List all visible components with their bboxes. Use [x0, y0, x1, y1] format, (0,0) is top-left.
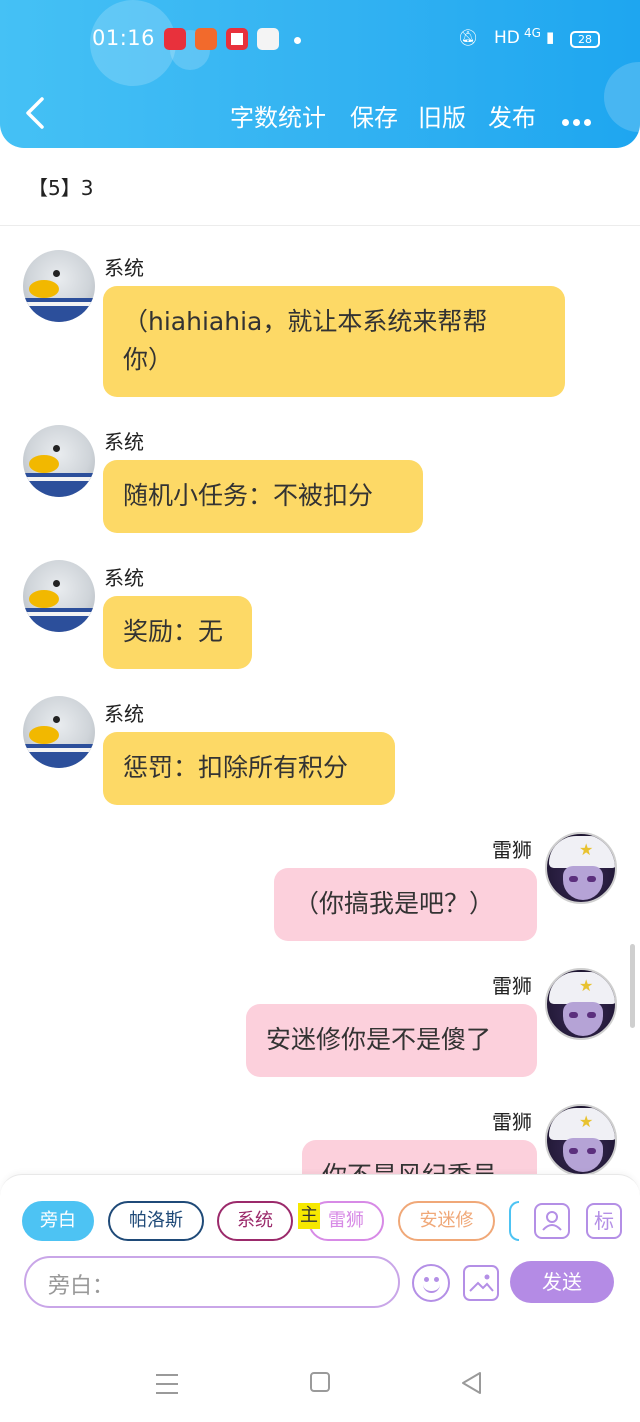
avatar[interactable]: ★: [545, 832, 617, 904]
message-bubble[interactable]: 惩罚：扣除所有积分: [103, 732, 395, 805]
sender-name: 系统: [104, 566, 144, 590]
more-dots-icon[interactable]: [562, 111, 595, 130]
input-role-label: 旁白：: [48, 1274, 115, 1299]
word-count-button[interactable]: 字数统计: [230, 98, 326, 133]
more-notifications-dot: [294, 37, 301, 44]
person-card-icon[interactable]: [534, 1203, 570, 1239]
menu-icon[interactable]: [156, 1374, 178, 1401]
old-version-button[interactable]: 旧版: [418, 98, 466, 133]
signal-icon: ▮: [546, 28, 555, 46]
message-text-line: 你）: [123, 345, 174, 374]
status-bar: 01:16 🔕︎ HD 4G ▮ 28: [0, 24, 640, 58]
role-chip-system[interactable]: 系统: [217, 1201, 293, 1241]
system-nav-bar: [0, 1310, 640, 1422]
message-bubble[interactable]: 安迷修你是不是傻了: [246, 1004, 537, 1077]
send-button[interactable]: 发送: [510, 1261, 614, 1303]
chapter-title[interactable]: 【5】3: [28, 172, 93, 201]
sender-name: 雷狮: [492, 1110, 532, 1134]
avatar[interactable]: [23, 696, 95, 768]
back-triangle-icon[interactable]: [460, 1371, 484, 1395]
message-bubble[interactable]: 奖励：无: [103, 596, 252, 669]
status-time: 01:16: [92, 26, 156, 50]
avatar[interactable]: [23, 560, 95, 632]
sender-name: 系统: [104, 430, 144, 454]
message-text-line: （hiahiahia，就让本系统来帮帮: [123, 307, 488, 336]
save-button[interactable]: 保存: [350, 98, 398, 133]
role-chip-anmixiu[interactable]: 安迷修: [398, 1201, 495, 1241]
divider: [0, 225, 640, 226]
notification-app-icon: [226, 28, 248, 50]
message-bubble[interactable]: （你搞我是吧？）: [274, 868, 537, 941]
message-bubble[interactable]: 随机小任务：不被扣分: [103, 460, 423, 533]
notification-app-icon: [195, 28, 217, 50]
decor-bubble: [604, 62, 640, 132]
app-header: 01:16 🔕︎ HD 4G ▮ 28 字数统计 保存 旧版 发布: [0, 0, 640, 148]
sender-name: 雷狮: [492, 838, 532, 862]
role-chip-narration[interactable]: 旁白: [22, 1201, 94, 1241]
battery-indicator: 28: [570, 31, 600, 48]
tag-button[interactable]: 标: [586, 1203, 622, 1239]
notification-app-icon: [257, 28, 279, 50]
notification-app-icon: [164, 28, 186, 50]
role-chip-palos[interactable]: 帕洛斯: [108, 1201, 204, 1241]
sender-name: 雷狮: [492, 974, 532, 998]
message-bubble[interactable]: （hiahiahia，就让本系统来帮帮 你）: [103, 286, 565, 397]
avatar[interactable]: [23, 425, 95, 497]
main-role-marker: 主: [298, 1203, 320, 1229]
emoji-icon[interactable]: [412, 1264, 450, 1302]
image-icon[interactable]: [463, 1265, 499, 1301]
avatar[interactable]: [23, 250, 95, 322]
avatar[interactable]: ★: [545, 1104, 617, 1176]
signal-4g: 4G: [524, 26, 541, 40]
avatar[interactable]: ★: [545, 968, 617, 1040]
role-chip-partial[interactable]: [509, 1201, 519, 1241]
chevron-left-icon[interactable]: [22, 96, 48, 130]
network-hd: HD: [494, 28, 520, 48]
sender-name: 系统: [104, 702, 144, 726]
mute-icon: 🔕︎: [458, 28, 479, 47]
home-icon[interactable]: [310, 1372, 330, 1392]
scrollbar[interactable]: [630, 944, 635, 1028]
sender-name: 系统: [104, 256, 144, 280]
publish-button[interactable]: 发布: [488, 98, 536, 133]
